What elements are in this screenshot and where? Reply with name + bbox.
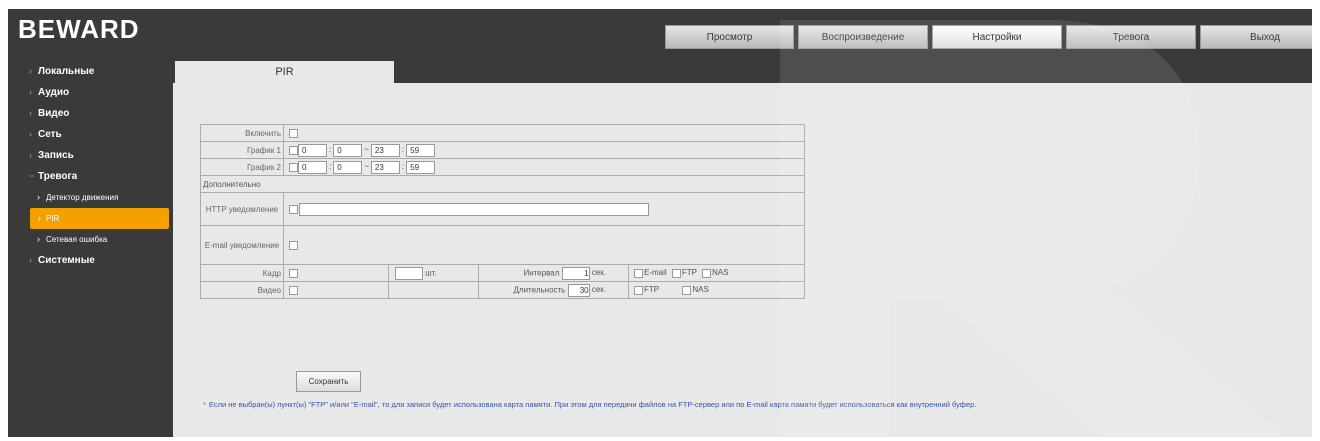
frame-interval-unit: сек. bbox=[591, 268, 606, 278]
frame-count-unit: шт. bbox=[425, 268, 437, 278]
settings-panel: Включить График 1 0:0 ~23:59 График 2 0:0… bbox=[173, 83, 1312, 437]
video-nas-checkbox[interactable] bbox=[682, 285, 692, 295]
nav-tab-playback[interactable]: Воспроизведение bbox=[798, 25, 928, 49]
tab-pir[interactable]: PIR bbox=[175, 61, 394, 83]
frame-interval-input[interactable]: 1 bbox=[561, 266, 590, 280]
schedule2-start-hour-input[interactable]: 0 bbox=[298, 160, 327, 174]
email-notify-checkbox[interactable] bbox=[289, 240, 298, 250]
chevron-down-icon: − bbox=[29, 171, 35, 181]
schedule2-start-minute-input[interactable]: 0 bbox=[333, 160, 363, 174]
frame-ftp-checkbox[interactable] bbox=[671, 268, 681, 278]
sidebar-item-label: Запись bbox=[38, 150, 74, 161]
sidebar: › Локальные › Аудио › Видео › Сеть › Запись −… bbox=[8, 61, 173, 271]
app-frame: BEWARD Просмотр Воспроизведение Настройк… bbox=[8, 9, 1312, 437]
frame-interval-label: Интервал bbox=[523, 268, 560, 278]
video-ftp-label: FTP bbox=[644, 285, 660, 295]
sidebar-item-label: Видео bbox=[38, 108, 70, 119]
frame-ftp-label: FTP bbox=[681, 268, 697, 278]
video-ftp-checkbox[interactable] bbox=[634, 285, 643, 295]
brand-logo: BEWARD bbox=[18, 14, 140, 44]
save-button[interactable]: Сохранить bbox=[296, 371, 361, 392]
schedule1-start-minute-input[interactable]: 0 bbox=[333, 143, 363, 157]
schedule2-label: График 2 bbox=[200, 158, 284, 176]
frame-checkbox[interactable] bbox=[289, 268, 298, 278]
chevron-right-icon: › bbox=[37, 234, 40, 244]
chevron-right-icon: › bbox=[29, 255, 32, 265]
frame-email-label: E-mail bbox=[644, 268, 667, 278]
sidebar-item-pir[interactable]: › PIR bbox=[30, 208, 169, 229]
nav-tab-view[interactable]: Просмотр bbox=[665, 25, 794, 49]
sidebar-item-record[interactable]: › Запись bbox=[8, 145, 173, 166]
sidebar-item-audio[interactable]: › Аудио bbox=[8, 82, 173, 103]
frame-row: Кадр шт. Интервал 1 сек. E-mail FTP NAS bbox=[200, 264, 805, 282]
content-tab-strip: PIR bbox=[173, 61, 1312, 83]
http-notify-label: HTTP уведомление bbox=[200, 192, 284, 226]
sidebar-item-network[interactable]: › Сеть bbox=[8, 124, 173, 145]
top-bar: BEWARD Просмотр Воспроизведение Настройк… bbox=[8, 9, 1312, 49]
schedule1-end-minute-input[interactable]: 59 bbox=[406, 143, 436, 157]
sidebar-item-label: Сетевая ошибка bbox=[46, 235, 108, 244]
video-row: Видео Длительность 30 сек. FTP NAS bbox=[200, 281, 805, 299]
enable-row: Включить bbox=[200, 124, 805, 142]
storage-note: * Если не выбран(ы) пункт(ы) "FTP" и/или … bbox=[203, 398, 1293, 412]
schedule2-end-hour-input[interactable]: 23 bbox=[370, 160, 400, 174]
schedule1-start-hour-input[interactable]: 0 bbox=[298, 143, 327, 157]
video-nas-label: NAS bbox=[692, 285, 709, 295]
nav-tab-exit[interactable]: Выход bbox=[1200, 25, 1312, 49]
http-url-input[interactable] bbox=[299, 202, 649, 216]
schedule1-label: График 1 bbox=[200, 141, 284, 159]
schedule1-checkbox[interactable] bbox=[289, 145, 298, 155]
nav-tab-settings[interactable]: Настройки bbox=[932, 25, 1062, 49]
storage-note-text: Если не выбран(ы) пункт(ы) "FTP" и/или "… bbox=[208, 400, 977, 409]
video-duration-label: Длительность bbox=[513, 285, 566, 295]
enable-checkbox[interactable] bbox=[289, 128, 298, 138]
sidebar-item-label: PIR bbox=[46, 214, 60, 223]
sidebar-item-video[interactable]: › Видео bbox=[8, 103, 173, 124]
chevron-right-icon: › bbox=[29, 129, 32, 139]
chevron-right-icon: › bbox=[38, 213, 41, 223]
sidebar-item-label: Локальные bbox=[38, 66, 95, 77]
frame-nas-checkbox[interactable] bbox=[702, 268, 712, 278]
chevron-right-icon: › bbox=[29, 150, 32, 160]
chevron-right-icon: › bbox=[29, 66, 32, 76]
frame-email-checkbox[interactable] bbox=[634, 268, 643, 278]
nav-tab-alarm[interactable]: Тревога bbox=[1066, 25, 1196, 49]
video-checkbox[interactable] bbox=[289, 285, 298, 295]
sidebar-item-label: Сеть bbox=[38, 129, 62, 140]
additional-label: Дополнительно bbox=[200, 175, 805, 193]
sidebar-item-alarm[interactable]: − Тревога bbox=[8, 166, 173, 187]
sidebar-item-label: Тревога bbox=[38, 171, 78, 182]
http-row: HTTP уведомление bbox=[200, 192, 805, 226]
http-notify-checkbox[interactable] bbox=[289, 204, 298, 214]
schedule2-row: График 2 0:0 ~23:59 bbox=[200, 158, 805, 176]
sidebar-item-label: Системные bbox=[38, 255, 95, 266]
pir-settings-table: Включить График 1 0:0 ~23:59 График 2 0:0… bbox=[200, 124, 805, 299]
frame-count-input[interactable] bbox=[395, 266, 423, 280]
sidebar-item-label: Детектор движения bbox=[46, 193, 119, 202]
frame-nas-label: NAS bbox=[712, 268, 729, 278]
schedule1-end-hour-input[interactable]: 23 bbox=[370, 143, 400, 157]
note-asterisk: * bbox=[203, 400, 206, 409]
sidebar-item-network-error[interactable]: › Сетевая ошибка bbox=[8, 229, 173, 250]
additional-row: Дополнительно bbox=[200, 175, 805, 193]
schedule1-row: График 1 0:0 ~23:59 bbox=[200, 141, 805, 159]
schedule2-end-minute-input[interactable]: 59 bbox=[406, 160, 436, 174]
email-notify-label: E-mail уведомление bbox=[200, 225, 284, 265]
schedule2-checkbox[interactable] bbox=[289, 162, 298, 172]
sidebar-item-label: Аудио bbox=[38, 87, 70, 98]
sidebar-item-local[interactable]: › Локальные bbox=[8, 61, 173, 82]
main-nav: Просмотр Воспроизведение Настройки Трево… bbox=[665, 25, 1312, 49]
sidebar-item-motion-detection[interactable]: › Детектор движения bbox=[8, 187, 173, 208]
chevron-right-icon: › bbox=[29, 108, 32, 118]
sidebar-item-system[interactable]: › Системные bbox=[8, 250, 173, 271]
video-duration-unit: сек. bbox=[591, 285, 606, 295]
enable-label: Включить bbox=[200, 124, 284, 142]
video-label: Видео bbox=[200, 281, 284, 299]
chevron-right-icon: › bbox=[37, 192, 40, 202]
email-row: E-mail уведомление bbox=[200, 225, 805, 265]
frame-label: Кадр bbox=[200, 264, 284, 282]
video-duration-input[interactable]: 30 bbox=[567, 283, 590, 297]
chevron-right-icon: › bbox=[29, 87, 32, 97]
